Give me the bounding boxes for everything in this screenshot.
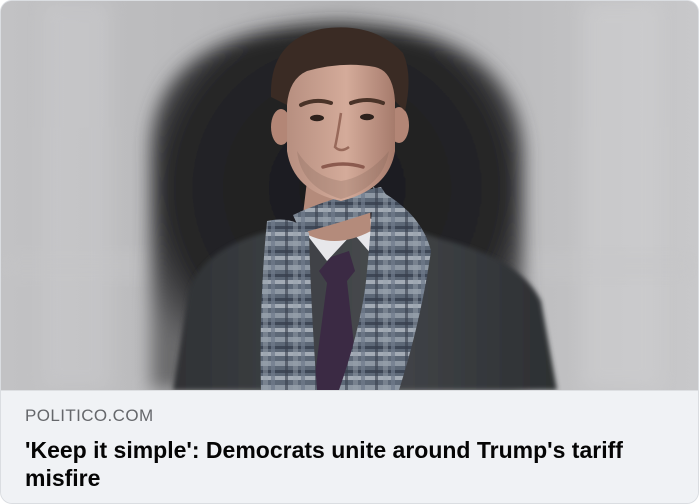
article-headline[interactable]: 'Keep it simple': Democrats unite around… — [25, 436, 675, 492]
article-image[interactable] — [1, 1, 698, 390]
link-preview-text-area[interactable]: POLITICO.COM 'Keep it simple': Democrats… — [1, 390, 698, 503]
portrait-photo — [1, 1, 698, 390]
link-preview-card[interactable]: POLITICO.COM 'Keep it simple': Democrats… — [0, 0, 699, 504]
link-domain: POLITICO.COM — [25, 406, 154, 425]
